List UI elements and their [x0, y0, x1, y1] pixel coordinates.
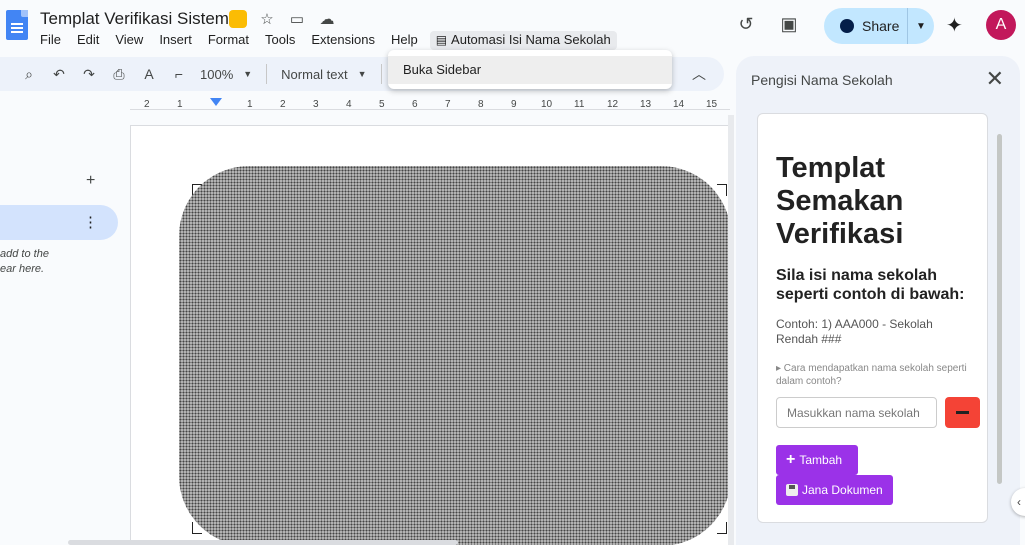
ruler-tick: 5 — [379, 99, 385, 110]
globe-icon — [840, 19, 854, 33]
menu-extensions[interactable]: Extensions — [311, 31, 382, 50]
menu-edit[interactable]: Edit — [77, 31, 106, 50]
history-icon[interactable]: ↺ — [734, 14, 758, 35]
add-tab-icon[interactable]: + — [86, 172, 95, 190]
indent-marker-icon[interactable] — [210, 98, 222, 106]
redo-icon[interactable]: ↷ — [74, 66, 104, 83]
menu-help[interactable]: Help — [391, 31, 425, 50]
example-text: Contoh: 1) AAA000 - Sekolah Rendah ### — [776, 317, 933, 346]
collapse-toolbar-icon[interactable]: ︿ — [692, 64, 706, 84]
outline-hint-line: add to the — [0, 248, 49, 260]
menu-tools[interactable]: Tools — [265, 31, 302, 50]
sidebar-heading-line: Verifikasi — [776, 218, 904, 250]
spellcheck-icon[interactable]: A — [134, 66, 164, 82]
more-vert-icon[interactable]: ⋮ — [83, 213, 98, 231]
ruler-tick: 9 — [511, 99, 517, 110]
menu-bar: File Edit View Insert Format Tools Exten… — [40, 31, 626, 50]
sidebar-scrollbar[interactable] — [997, 134, 1002, 484]
document-page[interactable] — [130, 125, 730, 545]
crop-mark — [717, 184, 727, 196]
toolbar-divider — [266, 64, 268, 84]
chevron-down-icon: ▼ — [243, 69, 253, 79]
share-button[interactable]: Share ▼ — [824, 8, 934, 44]
document-title[interactable]: Templat Verifikasi Sistem — [40, 9, 229, 29]
save-icon — [786, 484, 798, 496]
plus-icon: + — [786, 451, 796, 468]
horizontal-ruler[interactable]: 2 1 1 2 3 4 5 6 7 8 9 10 11 12 13 14 15 — [130, 96, 730, 110]
ruler-tick: 4 — [346, 99, 352, 110]
ruler-tick: 6 — [412, 99, 418, 110]
sidebar-heading-line: Semakan — [776, 185, 904, 217]
ruler-tick: 15 — [706, 99, 718, 110]
ruler-tick: 8 — [478, 99, 484, 110]
addon-dropdown-menu: Buka Sidebar — [388, 50, 672, 89]
ruler-tick: 7 — [445, 99, 451, 110]
menu-view[interactable]: View — [115, 31, 150, 50]
ruler-tick: 13 — [640, 99, 652, 110]
star-icon[interactable]: ☆ — [257, 10, 277, 28]
avatar[interactable]: A — [986, 10, 1016, 40]
label-color-icon[interactable] — [229, 10, 247, 28]
menu-insert[interactable]: Insert — [159, 31, 199, 50]
school-name-input[interactable] — [776, 397, 937, 428]
sidebar-subheading: Sila isi nama sekolah seperti contoh di … — [776, 267, 965, 303]
menu-addon-label: Automasi Isi Nama Sekolah — [451, 32, 611, 47]
ruler-tick: 11 — [574, 99, 585, 110]
zoom-select[interactable]: 100% ▼ — [194, 67, 258, 82]
menu-item-open-sidebar[interactable]: Buka Sidebar — [388, 56, 672, 84]
help-disclosure[interactable]: ▸ Cara mendapatkan nama sekolah seperti … — [776, 362, 976, 388]
docs-logo-icon[interactable] — [6, 10, 28, 40]
gemini-spark-icon[interactable]: ✦ — [946, 13, 963, 38]
outline-tab-selected[interactable]: ⋮ — [0, 205, 118, 240]
ruler-tick: 3 — [313, 99, 319, 110]
menu-format[interactable]: Format — [208, 31, 256, 50]
document-scrollbar[interactable] — [728, 115, 734, 545]
add-school-label: Tambah — [799, 453, 843, 467]
paint-format-icon[interactable]: ⌐ — [164, 66, 194, 82]
sidebar-content-card: Templat Semakan Verifikasi Sila isi nama… — [757, 113, 988, 523]
share-label: Share — [862, 18, 900, 34]
ruler-tick: 2 — [144, 99, 150, 110]
generate-document-button[interactable]: Jana Dokumen — [776, 475, 893, 505]
close-icon[interactable]: ✕ — [986, 66, 1004, 92]
clipboard-icon: ▤ — [435, 32, 448, 47]
ruler-tick: 10 — [541, 99, 553, 110]
menu-file[interactable]: File — [40, 31, 68, 50]
horizontal-scrollbar[interactable] — [68, 540, 458, 545]
sidebar-heading: Templat Semakan Verifikasi — [776, 152, 903, 251]
zoom-value: 100% — [200, 66, 234, 82]
ruler-tick: 14 — [673, 99, 685, 110]
ruler-tick: 2 — [280, 99, 286, 110]
print-icon[interactable]: ⎙ — [104, 66, 134, 83]
sidebar-heading-line: Templat — [776, 152, 886, 184]
add-school-button[interactable]: + Tambah — [776, 445, 858, 475]
crop-mark — [192, 522, 202, 534]
generate-document-label: Jana Dokumen — [802, 483, 883, 497]
crop-mark — [717, 522, 727, 534]
ruler-tick: 12 — [607, 99, 619, 110]
paragraph-style-select[interactable]: Normal text ▼ — [275, 67, 372, 82]
comments-icon[interactable]: ▣ — [777, 14, 801, 35]
menu-addon[interactable]: ▤ Automasi Isi Nama Sekolah — [429, 31, 617, 50]
outline-hint-line: ear here. — [0, 263, 45, 275]
outline-hint: add to the ear here. — [0, 247, 49, 277]
move-folder-icon[interactable]: ▭ — [287, 10, 307, 28]
ruler-tick: 1 — [177, 99, 183, 110]
sidebar-title: Pengisi Nama Sekolah — [751, 72, 893, 88]
ruler-tick: 1 — [247, 99, 253, 110]
chevron-down-icon: ▼ — [357, 69, 367, 79]
search-icon[interactable]: ⌕ — [14, 66, 44, 83]
style-value: Normal text — [281, 66, 348, 82]
halftone-image[interactable] — [179, 166, 729, 545]
google-docs-window: Templat Verifikasi Sistem ☆ ▭ ☁ File Edi… — [0, 0, 1025, 545]
addon-sidebar: Pengisi Nama Sekolah ✕ Templat Semakan V… — [736, 56, 1020, 545]
share-dropdown-icon[interactable]: ▼ — [916, 21, 926, 32]
undo-icon[interactable]: ↶ — [44, 66, 74, 83]
cloud-status-icon[interactable]: ☁ — [317, 10, 337, 28]
remove-row-button[interactable] — [945, 397, 980, 428]
toolbar-divider — [380, 64, 382, 84]
